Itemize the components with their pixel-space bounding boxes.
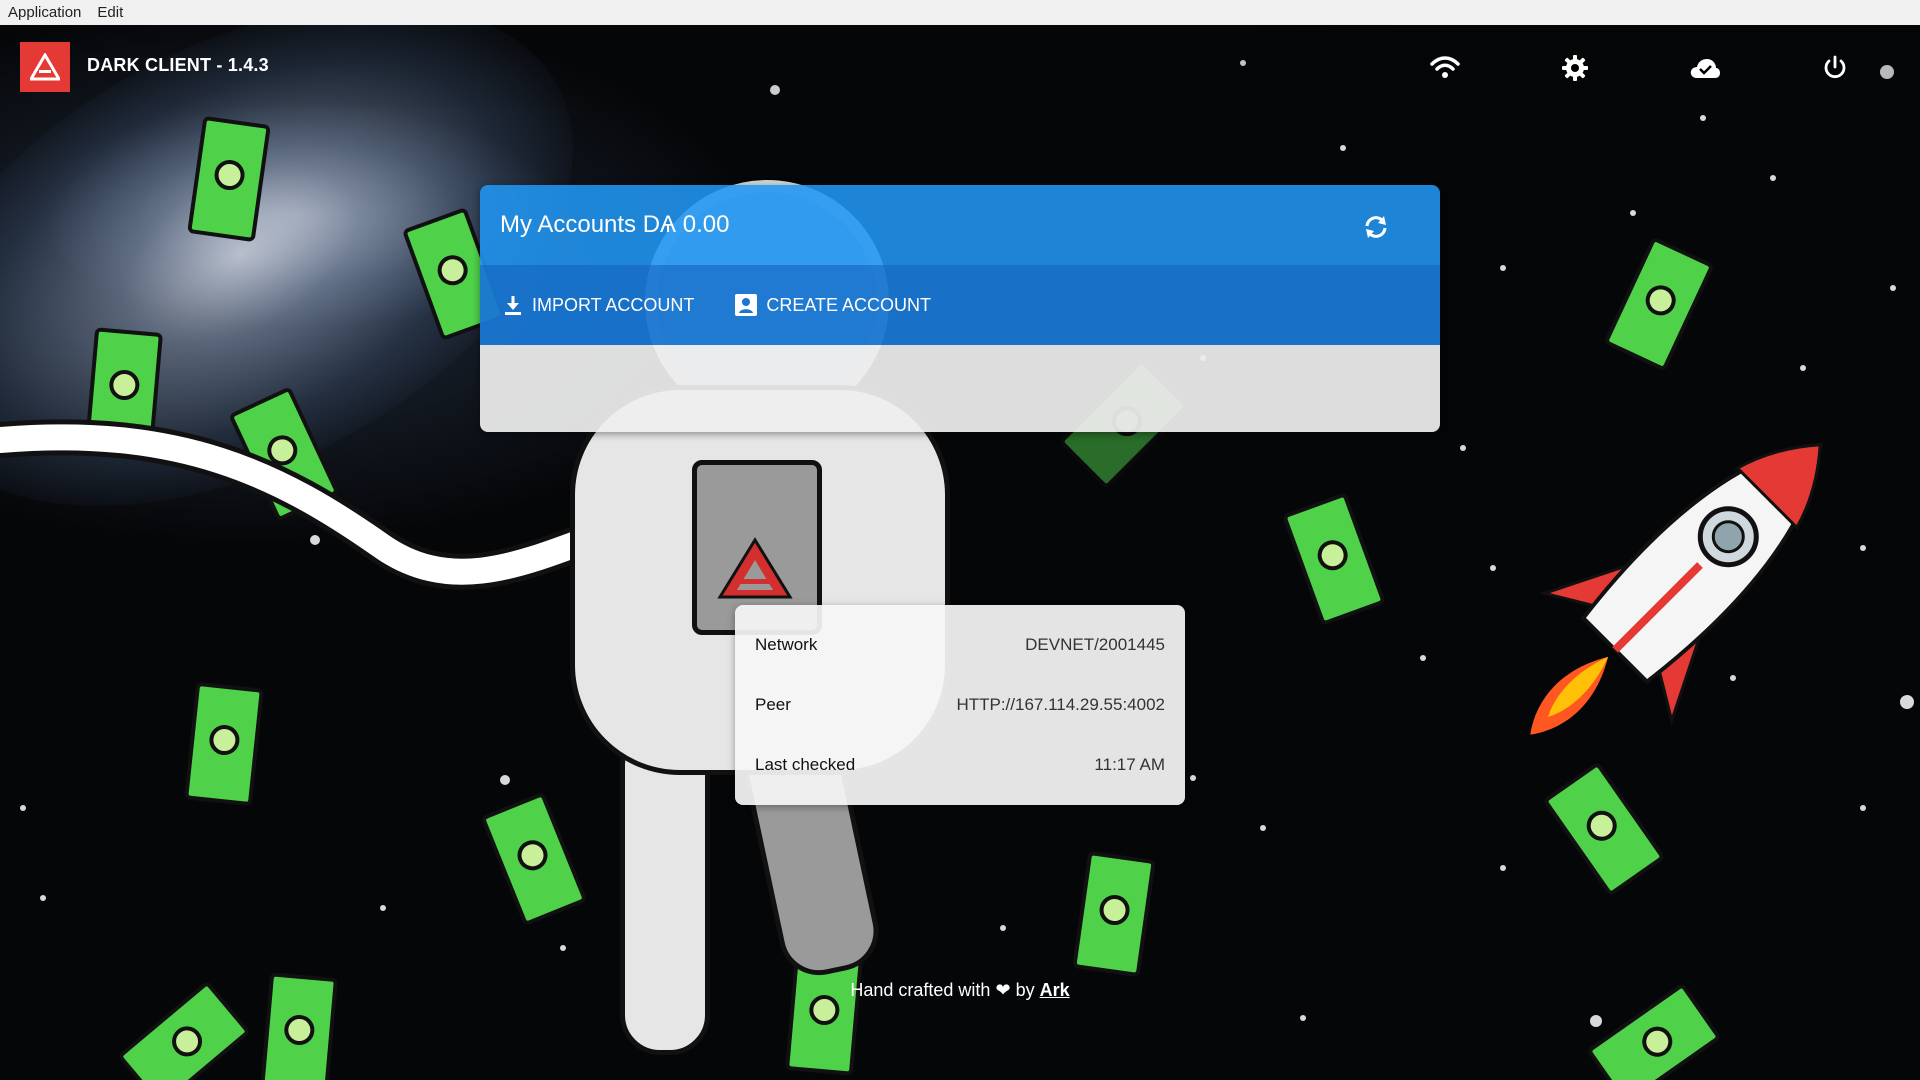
accounts-list xyxy=(480,345,1440,432)
ark-link[interactable]: Ark xyxy=(1040,980,1070,1000)
star xyxy=(1260,825,1266,831)
star xyxy=(1300,1015,1306,1021)
create-account-button[interactable]: CREATE ACCOUNT xyxy=(734,293,931,317)
star xyxy=(1490,565,1496,571)
import-account-label: IMPORT ACCOUNT xyxy=(532,294,695,315)
star xyxy=(1770,175,1776,181)
ark-emblem xyxy=(717,537,793,599)
star xyxy=(1860,805,1866,811)
accounts-card: My Accounts DѦ 0.00 IMPORT ACCOUNT CREAT… xyxy=(480,185,1440,432)
star xyxy=(1590,1015,1602,1027)
accounts-card-header: My Accounts DѦ 0.00 xyxy=(480,185,1440,265)
ark-logo-icon xyxy=(30,53,60,81)
network-row: Network DEVNET/2001445 xyxy=(755,635,1165,655)
rocket xyxy=(1530,442,1823,735)
star xyxy=(40,895,46,901)
os-menubar: Application Edit xyxy=(0,0,1920,26)
star xyxy=(1900,695,1914,709)
star xyxy=(500,775,510,785)
star xyxy=(1460,445,1466,451)
star xyxy=(1700,115,1706,121)
money-bill xyxy=(1603,236,1715,372)
peer-value: HTTP://167.114.29.55:4002 xyxy=(956,695,1165,714)
gear-icon[interactable] xyxy=(1558,51,1592,85)
network-status-card: Network DEVNET/2001445 Peer HTTP://167.1… xyxy=(735,605,1185,805)
network-label: Network xyxy=(755,635,818,654)
last-checked-row: Last checked 11:17 AM xyxy=(755,755,1165,775)
app-header: DARK CLIENT - 1.4.3 xyxy=(0,25,1920,107)
create-account-label: CREATE ACCOUNT xyxy=(766,294,932,315)
money-bill xyxy=(1072,850,1156,978)
power-icon[interactable] xyxy=(1818,51,1852,85)
last-checked-value: 11:17 AM xyxy=(1094,755,1165,774)
import-account-button[interactable]: IMPORT ACCOUNT xyxy=(502,294,694,316)
space-background xyxy=(0,25,1920,1080)
accounts-toolbar: IMPORT ACCOUNT CREATE ACCOUNT xyxy=(480,265,1440,345)
menu-edit[interactable]: Edit xyxy=(89,0,131,25)
star xyxy=(1500,865,1506,871)
menu-application[interactable]: Application xyxy=(0,0,89,25)
wifi-icon[interactable] xyxy=(1428,51,1462,85)
star xyxy=(380,905,386,911)
footer-text: Hand crafted with xyxy=(850,980,991,1000)
app-title: DARK CLIENT - 1.4.3 xyxy=(87,55,269,75)
footer-by: by xyxy=(1015,980,1035,1000)
star xyxy=(1190,775,1196,781)
star xyxy=(1890,285,1896,291)
money-bill xyxy=(184,681,264,807)
ark-logo xyxy=(20,42,70,92)
star xyxy=(1420,655,1426,661)
footer: Hand crafted with ❤ by Ark xyxy=(0,980,1920,1001)
star xyxy=(20,805,26,811)
star xyxy=(560,945,566,951)
money-bill xyxy=(480,791,588,927)
peer-label: Peer xyxy=(755,695,791,714)
star xyxy=(1630,210,1636,216)
refresh-icon[interactable] xyxy=(1362,213,1390,241)
star xyxy=(1000,925,1006,931)
cloud-check-icon[interactable] xyxy=(1688,51,1722,85)
star xyxy=(1340,145,1346,151)
network-value: DEVNET/2001445 xyxy=(1025,635,1165,654)
peer-row: Peer HTTP://167.114.29.55:4002 xyxy=(755,695,1165,715)
star xyxy=(1500,265,1506,271)
last-checked-label: Last checked xyxy=(755,755,856,774)
heart-icon: ❤ xyxy=(995,980,1011,1000)
account-box-icon xyxy=(735,294,758,316)
money-bill xyxy=(1281,491,1387,627)
download-icon xyxy=(505,296,521,315)
accounts-title: My Accounts DѦ 0.00 xyxy=(500,211,730,238)
